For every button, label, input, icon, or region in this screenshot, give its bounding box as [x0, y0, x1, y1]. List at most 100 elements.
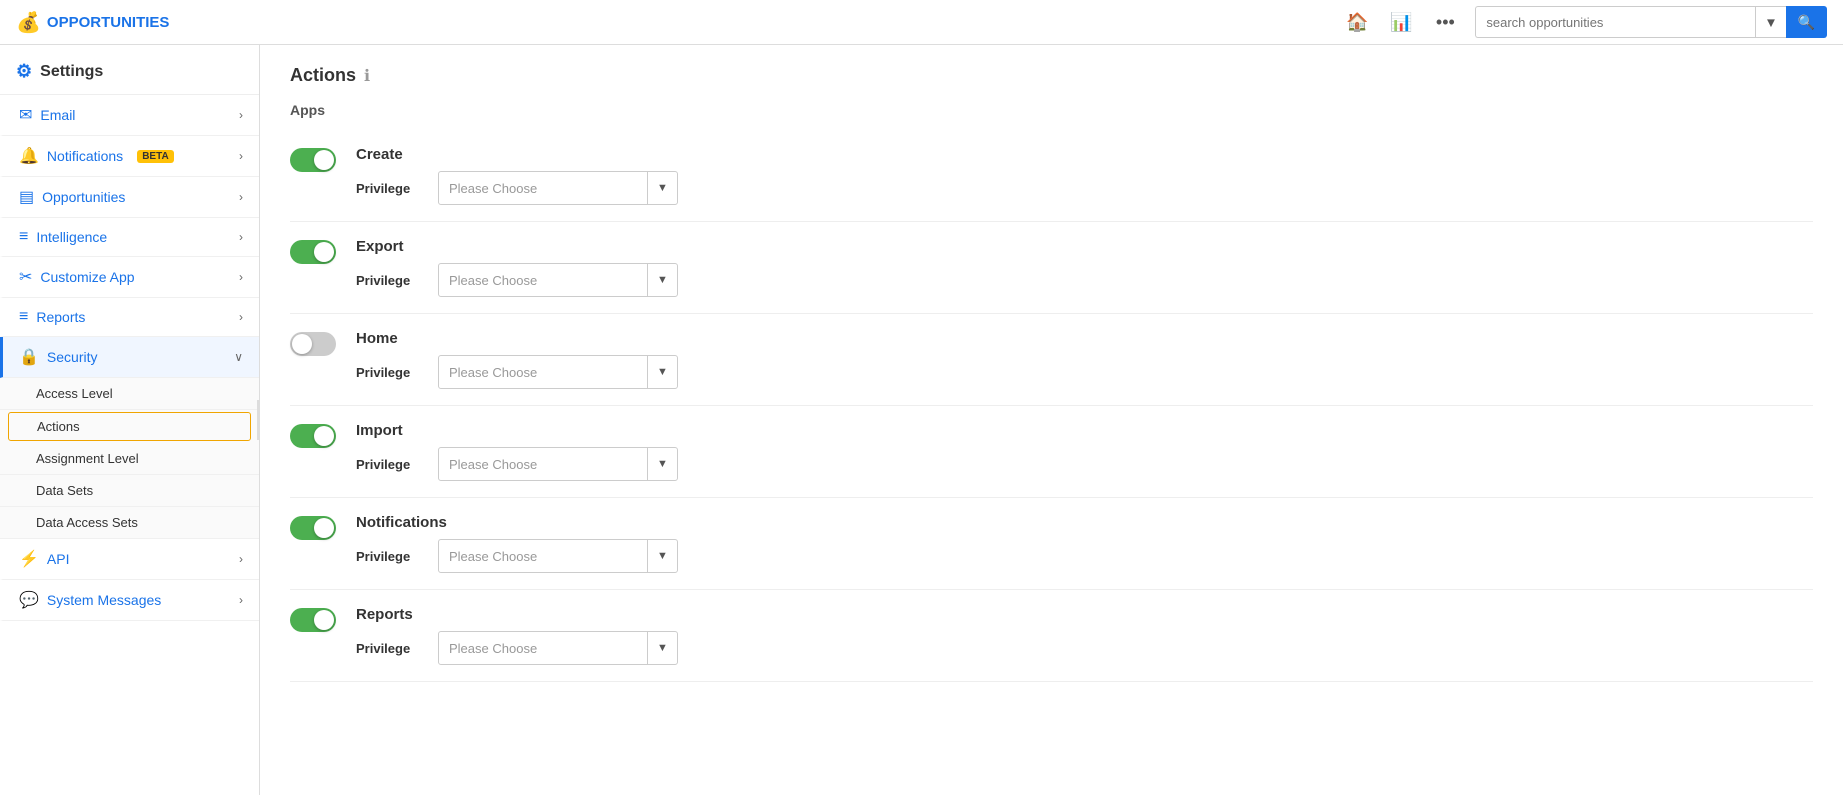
sidebar: ⚙ Settings ✉ Email › 🔔 Notifications BET…: [0, 45, 260, 795]
privilege-select-notifications[interactable]: Please Choose ▼: [438, 539, 678, 573]
privilege-select-export[interactable]: Please Choose ▼: [438, 263, 678, 297]
chevron-right-icon: ›: [239, 190, 243, 204]
sidebar-item-email[interactable]: ✉ Email ›: [0, 95, 259, 136]
sidebar-item-label: Intelligence: [36, 229, 107, 245]
nav-icons: 🏠 📊 •••: [1339, 4, 1463, 40]
action-name-home: Home: [356, 330, 1813, 347]
toggle-knob: [292, 334, 312, 354]
reports-icon: ≡: [19, 308, 28, 326]
sidebar-item-reports[interactable]: ≡ Reports ›: [0, 298, 259, 337]
sidebar-item-system-messages[interactable]: 💬 System Messages ›: [0, 580, 259, 621]
page-title: Actions: [290, 65, 356, 86]
settings-title: Settings: [40, 63, 103, 81]
action-content: Create Privilege Please Choose ▼: [356, 146, 1813, 205]
toggle-import[interactable]: [290, 424, 336, 448]
sidebar-item-access-level[interactable]: Access Level: [0, 378, 259, 410]
privilege-select-text: Please Choose: [439, 549, 647, 564]
sidebar-item-label: Security: [47, 349, 98, 365]
ellipsis-icon: •••: [1436, 12, 1455, 33]
app-title: OPPORTUNITIES: [47, 14, 170, 31]
sidebar-item-intelligence[interactable]: ≡ Intelligence ›: [0, 218, 259, 257]
privilege-select-home[interactable]: Please Choose ▼: [438, 355, 678, 389]
toggle-knob: [314, 518, 334, 538]
chevron-right-icon: ›: [239, 108, 243, 122]
action-row-reports: Reports Privilege Please Choose ▼: [290, 590, 1813, 682]
toggle-knob: [314, 150, 334, 170]
sidebar-item-label: System Messages: [47, 592, 161, 608]
sidebar-item-notifications[interactable]: 🔔 Notifications BETA ›: [0, 136, 259, 177]
privilege-label: Privilege: [356, 181, 426, 196]
sidebar-item-data-sets[interactable]: Data Sets: [0, 475, 259, 507]
more-button[interactable]: •••: [1427, 4, 1463, 40]
chevron-down-icon: ∨: [234, 350, 243, 364]
privilege-select-import[interactable]: Please Choose ▼: [438, 447, 678, 481]
action-row-notifications: Notifications Privilege Please Choose ▼: [290, 498, 1813, 590]
bell-icon: 🔔: [19, 146, 39, 166]
home-button[interactable]: 🏠: [1339, 4, 1375, 40]
toggle-notifications[interactable]: [290, 516, 336, 540]
app-logo: 💰 OPPORTUNITIES: [16, 10, 169, 35]
action-content: Reports Privilege Please Choose ▼: [356, 606, 1813, 665]
chevron-right-icon: ›: [239, 230, 243, 244]
messages-icon: 💬: [19, 590, 39, 610]
chevron-right-icon: ›: [239, 270, 243, 284]
privilege-row-reports: Privilege Please Choose ▼: [356, 631, 1813, 665]
privilege-label: Privilege: [356, 641, 426, 656]
toggle-col: [290, 514, 336, 540]
action-content: Home Privilege Please Choose ▼: [356, 330, 1813, 389]
sidebar-item-actions[interactable]: Actions: [8, 412, 251, 441]
privilege-label: Privilege: [356, 549, 426, 564]
sidebar-item-security[interactable]: 🔒 Security ∨: [0, 337, 259, 378]
action-name-reports: Reports: [356, 606, 1813, 623]
action-name-notifications: Notifications: [356, 514, 1813, 531]
chevron-right-icon: ›: [239, 593, 243, 607]
toggle-create[interactable]: [290, 148, 336, 172]
toggle-knob: [314, 242, 334, 262]
info-icon[interactable]: ℹ: [364, 66, 370, 86]
action-content: Import Privilege Please Choose ▼: [356, 422, 1813, 481]
sidebar-item-customize-app[interactable]: ✂ Customize App ›: [0, 257, 259, 298]
search-icon: 🔍: [1798, 14, 1815, 30]
toggle-home[interactable]: [290, 332, 336, 356]
privilege-select-text: Please Choose: [439, 273, 647, 288]
privilege-select-text: Please Choose: [439, 641, 647, 656]
search-input[interactable]: [1475, 6, 1755, 38]
action-row-create: Create Privilege Please Choose ▼: [290, 130, 1813, 222]
sidebar-item-label: Opportunities: [42, 189, 125, 205]
privilege-select-text: Please Choose: [439, 457, 647, 472]
privilege-row-import: Privilege Please Choose ▼: [356, 447, 1813, 481]
privilege-row-export: Privilege Please Choose ▼: [356, 263, 1813, 297]
chart-button[interactable]: 📊: [1383, 4, 1419, 40]
beta-badge: BETA: [137, 150, 173, 163]
privilege-label: Privilege: [356, 457, 426, 472]
privilege-select-create[interactable]: Please Choose ▼: [438, 171, 678, 205]
privilege-select-text: Please Choose: [439, 365, 647, 380]
sidebar-item-label: Email: [40, 107, 75, 123]
dropdown-arrow-icon: ▼: [647, 171, 677, 205]
chevron-right-icon: ›: [239, 149, 243, 163]
sidebar-collapse-handle[interactable]: ‹: [257, 400, 260, 440]
toggle-col: [290, 146, 336, 172]
search-dropdown-button[interactable]: ▼: [1755, 6, 1785, 38]
toggle-reports[interactable]: [290, 608, 336, 632]
chevron-right-icon: ›: [239, 310, 243, 324]
chart-icon: 📊: [1390, 12, 1412, 33]
sidebar-item-assignment-level[interactable]: Assignment Level: [0, 443, 259, 475]
security-sub-menu: Access Level Actions Assignment Level Da…: [0, 378, 259, 539]
sidebar-item-label: Reports: [36, 309, 85, 325]
dropdown-arrow-icon: ▼: [647, 539, 677, 573]
dropdown-arrow-icon: ▼: [647, 631, 677, 665]
action-content: Export Privilege Please Choose ▼: [356, 238, 1813, 297]
action-name-import: Import: [356, 422, 1813, 439]
lock-icon: 🔒: [19, 347, 39, 367]
privilege-row-home: Privilege Please Choose ▼: [356, 355, 1813, 389]
dropdown-arrow-icon: ▼: [647, 355, 677, 389]
search-submit-button[interactable]: 🔍: [1786, 6, 1827, 38]
toggle-export[interactable]: [290, 240, 336, 264]
sidebar-item-opportunities[interactable]: ▤ Opportunities ›: [0, 177, 259, 218]
toggle-col: [290, 422, 336, 448]
chevron-right-icon: ›: [239, 552, 243, 566]
sidebar-item-api[interactable]: ⚡ API ›: [0, 539, 259, 580]
sidebar-item-data-access-sets[interactable]: Data Access Sets: [0, 507, 259, 539]
privilege-select-reports[interactable]: Please Choose ▼: [438, 631, 678, 665]
